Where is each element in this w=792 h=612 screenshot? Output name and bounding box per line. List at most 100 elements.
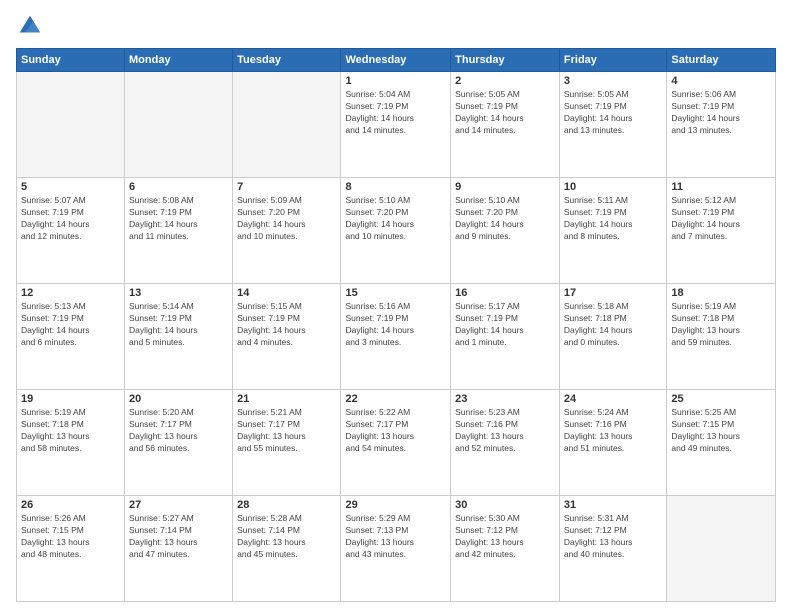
- day-detail: Sunrise: 5:22 AM Sunset: 7:17 PM Dayligh…: [345, 407, 446, 455]
- day-number: 4: [671, 75, 771, 87]
- day-detail: Sunrise: 5:18 AM Sunset: 7:18 PM Dayligh…: [564, 301, 662, 349]
- day-detail: Sunrise: 5:21 AM Sunset: 7:17 PM Dayligh…: [237, 407, 336, 455]
- day-detail: Sunrise: 5:13 AM Sunset: 7:19 PM Dayligh…: [21, 301, 120, 349]
- week-row-2: 12 Sunrise: 5:13 AM Sunset: 7:19 PM Dayli…: [17, 284, 776, 390]
- day-number: 12: [21, 287, 120, 299]
- day-detail: Sunrise: 5:24 AM Sunset: 7:16 PM Dayligh…: [564, 407, 662, 455]
- day-cell: 10 Sunrise: 5:11 AM Sunset: 7:19 PM Dayli…: [559, 178, 666, 284]
- calendar-table: SundayMondayTuesdayWednesdayThursdayFrid…: [16, 48, 776, 602]
- day-number: 13: [129, 287, 228, 299]
- day-cell: 15 Sunrise: 5:16 AM Sunset: 7:19 PM Dayli…: [341, 284, 451, 390]
- day-detail: Sunrise: 5:06 AM Sunset: 7:19 PM Dayligh…: [671, 89, 771, 137]
- day-cell: 20Sunrise: 5:20 AM Sunset: 7:17 PM Dayli…: [125, 390, 233, 496]
- day-number: 7: [237, 181, 336, 193]
- day-cell: 29 Sunrise: 5:29 AM Sunset: 7:13 PM Dayli…: [341, 496, 451, 602]
- day-number: 27: [129, 499, 228, 511]
- day-number: 3: [564, 75, 662, 87]
- day-number: 22: [345, 393, 446, 405]
- day-detail: Sunrise: 5:16 AM Sunset: 7:19 PM Dayligh…: [345, 301, 446, 349]
- day-cell: 11 Sunrise: 5:12 AM Sunset: 7:19 PM Dayli…: [667, 178, 776, 284]
- day-number: 9: [455, 181, 555, 193]
- day-number: 6: [129, 181, 228, 193]
- day-number: 29: [345, 499, 446, 511]
- col-header-monday: Monday: [125, 49, 233, 72]
- day-cell: 1 Sunrise: 5:04 AM Sunset: 7:19 PM Daylig…: [341, 72, 451, 178]
- day-cell: 19Sunrise: 5:19 AM Sunset: 7:18 PM Dayli…: [17, 390, 125, 496]
- day-cell: 4 Sunrise: 5:06 AM Sunset: 7:19 PM Daylig…: [667, 72, 776, 178]
- day-number: 5: [21, 181, 120, 193]
- day-detail: Sunrise: 5:10 AM Sunset: 7:20 PM Dayligh…: [455, 195, 555, 243]
- day-number: 23: [455, 393, 555, 405]
- day-cell: 14Sunrise: 5:15 AM Sunset: 7:19 PM Dayli…: [233, 284, 341, 390]
- day-number: 8: [345, 181, 446, 193]
- week-row-4: 26 Sunrise: 5:26 AM Sunset: 7:15 PM Dayli…: [17, 496, 776, 602]
- day-cell: 9 Sunrise: 5:10 AM Sunset: 7:20 PM Daylig…: [451, 178, 560, 284]
- day-detail: Sunrise: 5:19 AM Sunset: 7:18 PM Dayligh…: [671, 301, 771, 349]
- day-cell: 12 Sunrise: 5:13 AM Sunset: 7:19 PM Dayli…: [17, 284, 125, 390]
- day-number: 20: [129, 393, 228, 405]
- day-number: 15: [345, 287, 446, 299]
- day-number: 16: [455, 287, 555, 299]
- logo: [16, 12, 48, 40]
- header: [16, 12, 776, 40]
- week-row-1: 5 Sunrise: 5:07 AM Sunset: 7:19 PM Daylig…: [17, 178, 776, 284]
- day-cell: 22 Sunrise: 5:22 AM Sunset: 7:17 PM Dayli…: [341, 390, 451, 496]
- day-cell: 31Sunrise: 5:31 AM Sunset: 7:12 PM Dayli…: [559, 496, 666, 602]
- day-cell: 7 Sunrise: 5:09 AM Sunset: 7:20 PM Daylig…: [233, 178, 341, 284]
- day-number: 30: [455, 499, 555, 511]
- col-header-tuesday: Tuesday: [233, 49, 341, 72]
- day-cell: 28Sunrise: 5:28 AM Sunset: 7:14 PM Dayli…: [233, 496, 341, 602]
- day-detail: Sunrise: 5:30 AM Sunset: 7:12 PM Dayligh…: [455, 513, 555, 561]
- day-number: 26: [21, 499, 120, 511]
- day-cell: 16Sunrise: 5:17 AM Sunset: 7:19 PM Dayli…: [451, 284, 560, 390]
- day-cell: 3 Sunrise: 5:05 AM Sunset: 7:19 PM Daylig…: [559, 72, 666, 178]
- day-number: 17: [564, 287, 662, 299]
- day-detail: Sunrise: 5:26 AM Sunset: 7:15 PM Dayligh…: [21, 513, 120, 561]
- day-detail: Sunrise: 5:09 AM Sunset: 7:20 PM Dayligh…: [237, 195, 336, 243]
- day-detail: Sunrise: 5:07 AM Sunset: 7:19 PM Dayligh…: [21, 195, 120, 243]
- day-cell: 30 Sunrise: 5:30 AM Sunset: 7:12 PM Dayli…: [451, 496, 560, 602]
- day-detail: Sunrise: 5:31 AM Sunset: 7:12 PM Dayligh…: [564, 513, 662, 561]
- day-cell: 26 Sunrise: 5:26 AM Sunset: 7:15 PM Dayli…: [17, 496, 125, 602]
- col-header-friday: Friday: [559, 49, 666, 72]
- day-cell: [667, 496, 776, 602]
- day-detail: Sunrise: 5:11 AM Sunset: 7:19 PM Dayligh…: [564, 195, 662, 243]
- day-number: 2: [455, 75, 555, 87]
- day-cell: 8 Sunrise: 5:10 AM Sunset: 7:20 PM Daylig…: [341, 178, 451, 284]
- day-number: 28: [237, 499, 336, 511]
- day-cell: 27Sunrise: 5:27 AM Sunset: 7:14 PM Dayli…: [125, 496, 233, 602]
- day-cell: 25 Sunrise: 5:25 AM Sunset: 7:15 PM Dayli…: [667, 390, 776, 496]
- day-cell: 24 Sunrise: 5:24 AM Sunset: 7:16 PM Dayli…: [559, 390, 666, 496]
- col-header-saturday: Saturday: [667, 49, 776, 72]
- day-cell: 13 Sunrise: 5:14 AM Sunset: 7:19 PM Dayli…: [125, 284, 233, 390]
- day-detail: Sunrise: 5:05 AM Sunset: 7:19 PM Dayligh…: [455, 89, 555, 137]
- day-number: 10: [564, 181, 662, 193]
- day-cell: 18 Sunrise: 5:19 AM Sunset: 7:18 PM Dayli…: [667, 284, 776, 390]
- day-detail: Sunrise: 5:05 AM Sunset: 7:19 PM Dayligh…: [564, 89, 662, 137]
- header-row: SundayMondayTuesdayWednesdayThursdayFrid…: [17, 49, 776, 72]
- day-detail: Sunrise: 5:12 AM Sunset: 7:19 PM Dayligh…: [671, 195, 771, 243]
- day-number: 14: [237, 287, 336, 299]
- day-number: 19: [21, 393, 120, 405]
- col-header-sunday: Sunday: [17, 49, 125, 72]
- day-detail: Sunrise: 5:08 AM Sunset: 7:19 PM Dayligh…: [129, 195, 228, 243]
- col-header-thursday: Thursday: [451, 49, 560, 72]
- day-number: 25: [671, 393, 771, 405]
- page: SundayMondayTuesdayWednesdayThursdayFrid…: [0, 0, 792, 612]
- day-number: 1: [345, 75, 446, 87]
- day-number: 24: [564, 393, 662, 405]
- day-number: 21: [237, 393, 336, 405]
- day-cell: [125, 72, 233, 178]
- day-cell: 17 Sunrise: 5:18 AM Sunset: 7:18 PM Dayli…: [559, 284, 666, 390]
- day-number: 18: [671, 287, 771, 299]
- day-detail: Sunrise: 5:14 AM Sunset: 7:19 PM Dayligh…: [129, 301, 228, 349]
- day-detail: Sunrise: 5:29 AM Sunset: 7:13 PM Dayligh…: [345, 513, 446, 561]
- day-detail: Sunrise: 5:25 AM Sunset: 7:15 PM Dayligh…: [671, 407, 771, 455]
- day-cell: 6 Sunrise: 5:08 AM Sunset: 7:19 PM Daylig…: [125, 178, 233, 284]
- day-cell: 23Sunrise: 5:23 AM Sunset: 7:16 PM Dayli…: [451, 390, 560, 496]
- day-number: 11: [671, 181, 771, 193]
- day-detail: Sunrise: 5:10 AM Sunset: 7:20 PM Dayligh…: [345, 195, 446, 243]
- day-detail: Sunrise: 5:04 AM Sunset: 7:19 PM Dayligh…: [345, 89, 446, 137]
- day-cell: 2 Sunrise: 5:05 AM Sunset: 7:19 PM Daylig…: [451, 72, 560, 178]
- week-row-3: 19Sunrise: 5:19 AM Sunset: 7:18 PM Dayli…: [17, 390, 776, 496]
